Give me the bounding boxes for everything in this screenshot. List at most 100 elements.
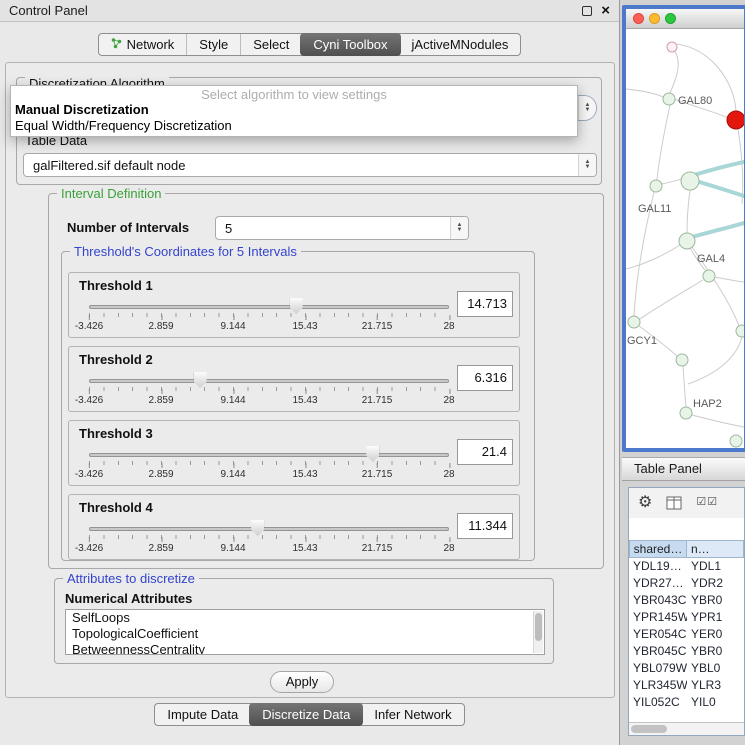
threshold-slider[interactable]: -3.426 2.859 9.144 15.43 21.715 28 <box>89 519 449 557</box>
list-scrollbar[interactable] <box>533 611 543 653</box>
horizontal-scrollbar[interactable] <box>629 722 744 735</box>
gear-icon[interactable]: ⚙ <box>638 495 652 511</box>
threshold-label: Threshold 2 <box>79 352 153 367</box>
dropdown-option-equal-width-frequency[interactable]: Equal Width/Frequency Discretization <box>11 118 577 134</box>
threshold-label: Threshold 3 <box>79 426 153 441</box>
scale-label: 28 <box>443 543 454 554</box>
slider-track[interactable] <box>89 305 449 309</box>
network-node[interactable] <box>703 270 715 282</box>
red-selected-node[interactable] <box>727 111 744 129</box>
slider-track[interactable] <box>89 527 449 531</box>
table-row[interactable]: YDR27…YDR2 <box>629 575 744 592</box>
tab-cyni-toolbox[interactable]: Cyni Toolbox <box>300 33 400 56</box>
column-header-shared-name[interactable]: shared… <box>629 540 687 558</box>
cell-name: YBL0 <box>687 660 744 677</box>
table-row[interactable]: YIL052CYIL0 <box>629 694 744 711</box>
cell-shared-name: YBR043C <box>629 592 687 609</box>
thresholds-group: Threshold's Coordinates for 5 Intervals … <box>61 251 535 561</box>
apply-button[interactable]: Apply <box>270 671 334 693</box>
bottom-tab-group: Impute Data Discretize Data Infer Networ… <box>154 703 464 726</box>
cyni-toolbox-panel: Discretization Algorithm ▲ ▼ Table Data … <box>5 62 615 698</box>
combo-stepper-icon: ▲ ▼ <box>450 217 468 239</box>
table-panel-window: ⚙ ☑☑ shared… n… YDL19…YDL1 YDR27…YDR2 YB… <box>628 487 745 736</box>
network-node-gal11[interactable] <box>650 180 662 192</box>
threshold-value-box[interactable]: 21.4 <box>457 439 513 465</box>
table-data-select[interactable]: galFiltered.sif default node ▲ ▼ <box>23 153 597 177</box>
network-node[interactable] <box>736 325 744 337</box>
control-panel-window: Control Panel × Network Style Select Cyn… <box>0 0 620 745</box>
table-row[interactable]: YBR045CYBR0 <box>629 643 744 660</box>
table-row[interactable]: YLR345WYLR3 <box>629 677 744 694</box>
column-header-name[interactable]: n… <box>687 540 744 558</box>
select-columns-icons[interactable]: ☑☑ <box>696 495 718 508</box>
cell-name: YDR2 <box>687 575 744 592</box>
tab-discretize-data[interactable]: Discretize Data <box>249 703 363 726</box>
tab-style[interactable]: Style <box>186 34 240 55</box>
network-node-gcy1[interactable] <box>628 316 640 328</box>
cell-name: YDL1 <box>687 558 744 575</box>
dropdown-option-manual-discretization[interactable]: Manual Discretization <box>11 102 577 118</box>
cell-shared-name: YLR345W <box>629 677 687 694</box>
scale-label: 2.859 <box>148 469 173 480</box>
scale-label: 21.715 <box>362 469 393 480</box>
list-item[interactable]: BetweennessCentrality <box>66 642 544 655</box>
threshold-value-box[interactable]: 11.344 <box>457 513 513 539</box>
scrollbar-thumb[interactable] <box>535 613 542 641</box>
slider-thumb[interactable] <box>194 372 207 388</box>
threshold-slider[interactable]: -3.426 2.859 9.144 15.43 21.715 28 <box>89 371 449 409</box>
slider-thumb[interactable] <box>290 298 303 314</box>
list-item[interactable]: TopologicalCoefficient <box>66 626 544 642</box>
network-node[interactable] <box>730 435 742 447</box>
threshold-value-box[interactable]: 14.713 <box>457 291 513 317</box>
slider-track[interactable] <box>89 379 449 383</box>
scale-label: -3.426 <box>75 543 103 554</box>
tab-network[interactable]: Network <box>99 34 187 55</box>
tab-jactivemnodules[interactable]: jActiveMNodules <box>400 34 521 55</box>
slider-thumb[interactable] <box>251 520 264 536</box>
scrollbar-thumb[interactable] <box>631 725 667 733</box>
network-canvas[interactable]: GAL80 GAL11 GAL4 GCY1 HAP2 <box>626 29 744 448</box>
close-icon[interactable]: × <box>601 3 610 18</box>
zoom-traffic-light-icon[interactable] <box>665 13 676 24</box>
threshold-slider[interactable]: -3.426 2.859 9.144 15.43 21.715 28 <box>89 445 449 483</box>
network-node[interactable] <box>681 172 699 190</box>
slider-thumb[interactable] <box>366 446 379 462</box>
network-icon <box>111 37 122 52</box>
scale-label: 2.859 <box>148 395 173 406</box>
float-window-icon[interactable] <box>582 6 592 16</box>
numerical-attributes-list[interactable]: SelfLoops TopologicalCoefficient Between… <box>65 609 545 655</box>
cell-shared-name: YDL19… <box>629 558 687 575</box>
table-row[interactable]: YDL19…YDL1 <box>629 558 744 575</box>
cell-name: YIL0 <box>687 694 744 711</box>
scale-label: 28 <box>443 395 454 406</box>
table-row[interactable]: YBL079WYBL0 <box>629 660 744 677</box>
table-row[interactable]: YBR043CYBR0 <box>629 592 744 609</box>
scale-label: 15.43 <box>292 469 317 480</box>
stepper-down-icon: ▼ <box>457 228 463 233</box>
cell-name: YBR0 <box>687 592 744 609</box>
slider-track[interactable] <box>89 453 449 457</box>
group-title: Attributes to discretize <box>63 571 199 586</box>
network-node-gal4[interactable] <box>679 233 695 249</box>
network-node-hap2[interactable] <box>680 407 692 419</box>
tab-infer-network[interactable]: Infer Network <box>362 704 463 725</box>
number-of-intervals-select[interactable]: 5 ▲ ▼ <box>215 216 469 240</box>
table-row[interactable]: YPR145WYPR1 <box>629 609 744 626</box>
close-traffic-light-icon[interactable] <box>633 13 644 24</box>
threshold-slider[interactable]: -3.426 2.859 9.144 15.43 21.715 28 <box>89 297 449 335</box>
node-label: GAL4 <box>697 253 725 265</box>
network-window-titlebar <box>626 9 744 29</box>
network-node-gal80[interactable] <box>663 93 675 105</box>
tab-select[interactable]: Select <box>240 34 301 55</box>
bottom-tabbar: Impute Data Discretize Data Infer Networ… <box>0 703 619 726</box>
cell-name: YBR0 <box>687 643 744 660</box>
list-item[interactable]: SelfLoops <box>66 610 544 626</box>
slider-tick-marks <box>89 461 449 465</box>
minimize-traffic-light-icon[interactable] <box>649 13 660 24</box>
network-node[interactable] <box>667 42 677 52</box>
network-node[interactable] <box>676 354 688 366</box>
tab-impute-data[interactable]: Impute Data <box>155 704 250 725</box>
threshold-value-box[interactable]: 6.316 <box>457 365 513 391</box>
columns-icon[interactable] <box>666 496 682 510</box>
table-row[interactable]: YER054CYER0 <box>629 626 744 643</box>
